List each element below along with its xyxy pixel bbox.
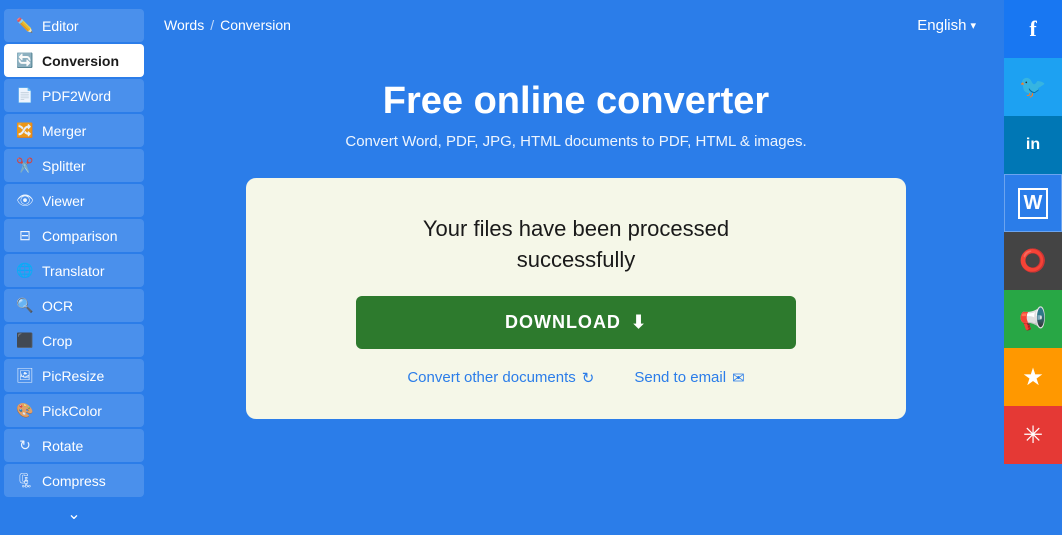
asterisk-icon: ✳ [1023,421,1043,450]
header: Words / Conversion English ▾ [148,0,1004,50]
page-body: Free online converter Convert Word, PDF,… [148,50,1004,535]
sidebar-label-pdf2word: PDF2Word [42,88,111,104]
splitter-icon: ✂️ [16,157,34,174]
pickcolor-icon: 🎨 [16,402,34,419]
translator-icon: 🌐 [16,262,34,279]
sidebar-item-editor[interactable]: ✏️ Editor [4,9,144,42]
language-selector[interactable]: English ▾ [917,17,976,34]
sidebar-item-splitter[interactable]: ✂️ Splitter [4,149,144,182]
megaphone-button[interactable]: 📢 [1004,290,1062,348]
breadcrumb-separator: / [210,17,214,33]
star-button[interactable]: ★ [1004,348,1062,406]
rotate-icon: ↻ [16,437,34,454]
ocr-icon: 🔍 [16,297,34,314]
sidebar-label-comparison: Comparison [42,228,117,244]
picresize-icon: 🖼 [16,367,34,384]
sidebar-label-splitter: Splitter [42,158,86,174]
social-bar: f 🐦 in W ⭕ 📢 ★ ✳ [1004,0,1062,535]
sidebar-label-editor: Editor [42,18,79,34]
sidebar: ✏️ Editor 🔄 Conversion 📄 PDF2Word 🔀 Merg… [0,0,148,535]
sidebar-label-viewer: Viewer [42,193,85,209]
word-icon: W [1018,188,1049,219]
card-actions: Convert other documents ↻ Send to email … [407,369,744,387]
sidebar-item-comparison[interactable]: ⊟ Comparison [4,219,144,252]
sidebar-label-picresize: PicResize [42,368,104,384]
comparison-icon: ⊟ [16,227,34,244]
facebook-icon: f [1029,16,1036,42]
sidebar-label-translator: Translator [42,263,105,279]
sidebar-label-pickcolor: PickColor [42,403,102,419]
result-card: Your files have been processed successfu… [246,178,906,419]
success-line2: successfully [517,247,636,272]
success-line1: Your files have been processed [423,216,729,241]
sidebar-item-conversion[interactable]: 🔄 Conversion [4,44,144,77]
star-icon: ★ [1022,363,1044,392]
convert-other-link[interactable]: Convert other documents ↻ [407,369,594,387]
linkedin-button[interactable]: in [1004,116,1062,174]
asterisk-button[interactable]: ✳ [1004,406,1062,464]
language-label: English [917,17,966,34]
download-label: DOWNLOAD [505,312,621,333]
conversion-icon: 🔄 [16,52,34,69]
word-button[interactable]: W [1004,174,1062,232]
compress-icon: 🗜 [16,472,34,489]
sidebar-item-merger[interactable]: 🔀 Merger [4,114,144,147]
sidebar-item-pickcolor[interactable]: 🎨 PickColor [4,394,144,427]
github-button[interactable]: ⭕ [1004,232,1062,290]
linkedin-icon: in [1026,136,1040,154]
sidebar-item-ocr[interactable]: 🔍 OCR [4,289,144,322]
twitter-icon: 🐦 [1019,74,1046,100]
crop-icon: ⬛ [16,332,34,349]
breadcrumb-words[interactable]: Words [164,17,204,33]
email-icon: ✉ [732,369,745,387]
download-icon: ⬇ [631,312,647,333]
main-content: Words / Conversion English ▾ Free online… [148,0,1004,535]
sidebar-label-crop: Crop [42,333,72,349]
refresh-icon: ↻ [582,369,595,387]
page-title: Free online converter [383,80,769,123]
sidebar-item-rotate[interactable]: ↻ Rotate [4,429,144,462]
facebook-button[interactable]: f [1004,0,1062,58]
sidebar-item-compress[interactable]: 🗜 Compress [4,464,144,497]
send-email-label: Send to email [634,369,726,386]
download-button[interactable]: DOWNLOAD ⬇ [356,296,796,349]
send-email-link[interactable]: Send to email ✉ [634,369,744,387]
chevron-down-icon: ⌄ [67,504,80,524]
sidebar-item-picresize[interactable]: 🖼 PicResize [4,359,144,392]
viewer-icon: 👁 [16,192,34,209]
sidebar-more-button[interactable]: ⌄ [0,498,148,530]
sidebar-item-crop[interactable]: ⬛ Crop [4,324,144,357]
breadcrumb-current: Conversion [220,17,291,33]
editor-icon: ✏️ [16,17,34,34]
sidebar-label-rotate: Rotate [42,438,83,454]
success-message: Your files have been processed successfu… [423,214,729,276]
page-subtitle: Convert Word, PDF, JPG, HTML documents t… [345,133,806,150]
convert-other-label: Convert other documents [407,369,575,386]
sidebar-label-compress: Compress [42,473,106,489]
sidebar-item-viewer[interactable]: 👁 Viewer [4,184,144,217]
sidebar-item-pdf2word[interactable]: 📄 PDF2Word [4,79,144,112]
megaphone-icon: 📢 [1019,306,1046,332]
sidebar-label-conversion: Conversion [42,53,119,69]
sidebar-item-translator[interactable]: 🌐 Translator [4,254,144,287]
breadcrumb: Words / Conversion [164,17,291,33]
github-icon: ⭕ [1019,248,1046,274]
language-arrow-icon: ▾ [970,19,976,32]
sidebar-label-merger: Merger [42,123,86,139]
pdf2word-icon: 📄 [16,87,34,104]
merger-icon: 🔀 [16,122,34,139]
twitter-button[interactable]: 🐦 [1004,58,1062,116]
sidebar-label-ocr: OCR [42,298,73,314]
